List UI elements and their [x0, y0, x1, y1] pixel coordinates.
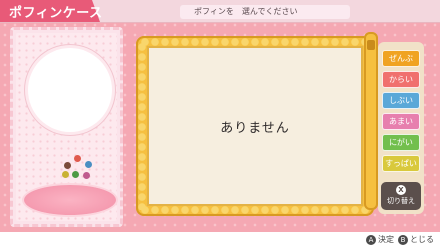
- a-button-icon: A: [366, 234, 376, 245]
- flavor-dot-red: [74, 155, 81, 162]
- filter-sour-button[interactable]: すっぱい: [382, 155, 420, 172]
- filter-spicy-button[interactable]: からい: [382, 71, 420, 88]
- empty-list-message: ありません: [220, 120, 290, 136]
- flavor-dot-brown: [64, 162, 71, 169]
- flavor-filter-panel: ぜんぶ からい しぶい あまい にがい すっぱい X 切り替え: [378, 42, 424, 214]
- poffin-display-circle: [28, 48, 112, 132]
- title-bar: ポフィンケース ポフィンを 選んでください: [0, 0, 440, 23]
- switch-button-label: 切り替え: [387, 197, 415, 205]
- switch-button[interactable]: X 切り替え: [381, 182, 421, 210]
- frame-scallop-left: [138, 42, 146, 210]
- instruction-prompt: ポフィンを 選んでください: [180, 5, 350, 19]
- flavor-dot-green: [72, 171, 79, 178]
- poffin-list-frame: ありません: [136, 36, 374, 216]
- filter-dry-button[interactable]: しぶい: [382, 92, 420, 109]
- close-hint[interactable]: B とじる: [398, 234, 434, 246]
- filter-sweet-button[interactable]: あまい: [382, 113, 420, 130]
- b-button-icon: B: [398, 234, 408, 245]
- poffin-case-preview: [10, 27, 123, 227]
- confirm-hint-label: 決定: [378, 235, 394, 244]
- flavor-dot-pink: [83, 172, 90, 179]
- frame-scallop-top: [140, 38, 370, 46]
- scroll-handle[interactable]: [367, 40, 375, 50]
- close-hint-label: とじる: [410, 235, 434, 244]
- page-title: ポフィンケース: [9, 6, 103, 21]
- flavor-dot-blue: [85, 161, 92, 168]
- frame-scallop-bottom: [140, 206, 370, 214]
- controls-hint-bar: A 決定 B とじる: [0, 232, 440, 248]
- flavor-dots: [60, 155, 100, 185]
- flavor-dot-yellow: [62, 171, 69, 178]
- list-scroll-rail[interactable]: [364, 32, 378, 210]
- confirm-hint: A 決定: [366, 234, 394, 246]
- poffin-list-card: ありません: [147, 46, 363, 206]
- case-preview-background: [16, 33, 117, 221]
- filter-all-button[interactable]: ぜんぶ: [382, 50, 420, 67]
- x-button-icon: X: [396, 185, 406, 195]
- display-pedestal: [24, 185, 116, 215]
- filter-bitter-button[interactable]: にがい: [382, 134, 420, 151]
